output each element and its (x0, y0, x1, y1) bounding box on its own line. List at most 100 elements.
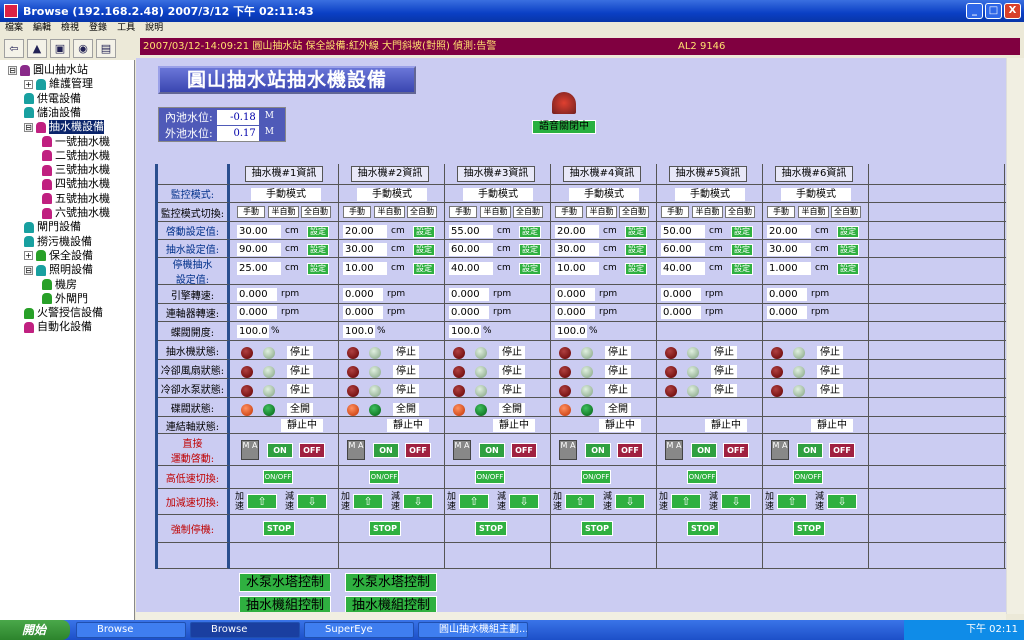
tree-item-13[interactable]: + 保全設備 (24, 249, 93, 263)
manual-auto-switch-icon[interactable]: M A (559, 440, 577, 460)
menu-item-2[interactable]: 檢視 (56, 22, 84, 35)
set-pump-button[interactable]: 設定 (731, 244, 753, 256)
auto-mode-button[interactable]: 全自動 (513, 206, 543, 218)
direct-start-off-button[interactable]: OFF (617, 443, 643, 458)
direct-start-off-button[interactable]: OFF (723, 443, 749, 458)
speed-toggle-button[interactable]: ON/OFF (581, 470, 611, 484)
tree-item-8[interactable]: 四號抽水機 (42, 177, 110, 191)
set-stop-button[interactable]: 設定 (837, 263, 859, 275)
set-start-button[interactable]: 設定 (307, 226, 329, 238)
accelerate-up-button[interactable]: ⇧ (247, 494, 277, 509)
speed-toggle-button[interactable]: ON/OFF (369, 470, 399, 484)
direct-start-off-button[interactable]: OFF (405, 443, 431, 458)
tree-item-17[interactable]: 火警授信設備 (24, 306, 103, 320)
manual-mode-button[interactable]: 手動 (661, 206, 689, 218)
tree-item-5[interactable]: 一號抽水機 (42, 135, 110, 149)
decelerate-down-button[interactable]: ⇩ (403, 494, 433, 509)
manual-mode-button[interactable]: 手動 (767, 206, 795, 218)
direct-start-off-button[interactable]: OFF (511, 443, 537, 458)
semi-auto-mode-button[interactable]: 半自動 (268, 206, 299, 218)
manual-auto-switch-icon[interactable]: M A (347, 440, 365, 460)
direct-start-on-button[interactable]: ON (479, 443, 505, 458)
set-pump-button[interactable]: 設定 (519, 244, 541, 256)
tree-item-15[interactable]: 機房 (42, 278, 77, 292)
direct-start-on-button[interactable]: ON (585, 443, 611, 458)
set-stop-button[interactable]: 設定 (307, 263, 329, 275)
semi-auto-mode-button[interactable]: 半自動 (586, 206, 617, 218)
back-icon[interactable]: ⇦ (4, 38, 24, 58)
menu-item-3[interactable]: 登錄 (84, 22, 112, 35)
tree-item-0[interactable]: ⊟ 圓山抽水站 (8, 63, 88, 77)
manual-auto-switch-icon[interactable]: M A (241, 440, 259, 460)
tree-item-3[interactable]: 儲油設備 (24, 106, 81, 120)
tree-item-6[interactable]: 二號抽水機 (42, 149, 110, 163)
tree-expander-icon[interactable]: ⊟ (24, 265, 33, 275)
decelerate-down-button[interactable]: ⇩ (297, 494, 327, 509)
auto-mode-button[interactable]: 全自動 (407, 206, 437, 218)
setting-icon[interactable]: ◉ (73, 38, 93, 58)
decelerate-down-button[interactable]: ⇩ (509, 494, 539, 509)
voice-mute-button[interactable]: 語音關閉中 (532, 120, 596, 134)
semi-auto-mode-button[interactable]: 半自動 (798, 206, 829, 218)
start-button[interactable]: 開始 (0, 620, 70, 640)
tree-item-14[interactable]: ⊟ 照明設備 (24, 263, 93, 277)
tree-item-2[interactable]: 供電設備 (24, 92, 81, 106)
set-pump-button[interactable]: 設定 (625, 244, 647, 256)
menu-item-0[interactable]: 檔案 (0, 22, 28, 35)
accelerate-up-button[interactable]: ⇧ (565, 494, 595, 509)
force-stop-button[interactable]: STOP (687, 521, 719, 536)
accelerate-up-button[interactable]: ⇧ (671, 494, 701, 509)
auto-mode-button[interactable]: 全自動 (831, 206, 861, 218)
tree-item-12[interactable]: 撈污機設備 (24, 235, 92, 249)
tree-expander-icon[interactable]: + (24, 251, 33, 261)
decelerate-down-button[interactable]: ⇩ (721, 494, 751, 509)
tree-item-16[interactable]: 外閘門 (42, 292, 88, 306)
tree-item-11[interactable]: 閘門設備 (24, 220, 81, 234)
menu-item-4[interactable]: 工具 (112, 22, 140, 35)
task-pump-main[interactable]: 圓山抽水機組主劃... (418, 622, 528, 638)
tree-item-10[interactable]: 六號抽水機 (42, 206, 110, 220)
manual-auto-switch-icon[interactable]: M A (771, 440, 789, 460)
set-stop-button[interactable]: 設定 (519, 263, 541, 275)
menu-item-1[interactable]: 編輯 (28, 22, 56, 35)
direct-start-off-button[interactable]: OFF (829, 443, 855, 458)
task-browse-1[interactable]: Browse (76, 622, 186, 638)
set-pump-button[interactable]: 設定 (413, 244, 435, 256)
tree-item-4[interactable]: ⊟ 抽水機設備 (24, 120, 104, 135)
manual-mode-button[interactable]: 手動 (237, 206, 265, 218)
set-start-button[interactable]: 設定 (519, 226, 541, 238)
tree-item-18[interactable]: 自動化設備 (24, 320, 92, 334)
force-stop-button[interactable]: STOP (263, 521, 295, 536)
tree-expander-icon[interactable]: + (24, 79, 33, 89)
direct-start-off-button[interactable]: OFF (299, 443, 325, 458)
semi-auto-mode-button[interactable]: 半自動 (374, 206, 405, 218)
manual-mode-button[interactable]: 手動 (449, 206, 477, 218)
tree-expander-icon[interactable]: ⊟ (8, 65, 17, 75)
accelerate-up-button[interactable]: ⇧ (777, 494, 807, 509)
tree-expander-icon[interactable]: ⊟ (24, 122, 33, 132)
manual-mode-button[interactable]: 手動 (555, 206, 583, 218)
force-stop-button[interactable]: STOP (581, 521, 613, 536)
set-stop-button[interactable]: 設定 (413, 263, 435, 275)
tree-item-1[interactable]: + 維護管理 (24, 77, 93, 91)
accelerate-up-button[interactable]: ⇧ (459, 494, 489, 509)
task-supereye[interactable]: SuperEye (304, 622, 414, 638)
up-icon[interactable]: ▲ (27, 38, 47, 58)
semi-auto-mode-button[interactable]: 半自動 (692, 206, 723, 218)
accelerate-up-button[interactable]: ⇧ (353, 494, 383, 509)
direct-start-on-button[interactable]: ON (373, 443, 399, 458)
direct-start-on-button[interactable]: ON (267, 443, 293, 458)
direct-start-on-button[interactable]: ON (797, 443, 823, 458)
force-stop-button[interactable]: STOP (475, 521, 507, 536)
copy-icon[interactable]: ▣ (50, 38, 70, 58)
set-pump-button[interactable]: 設定 (837, 244, 859, 256)
semi-auto-mode-button[interactable]: 半自動 (480, 206, 511, 218)
vertical-scrollbar[interactable] (1006, 58, 1024, 614)
minimize-button[interactable]: _ (966, 3, 983, 19)
set-start-button[interactable]: 設定 (837, 226, 859, 238)
set-stop-button[interactable]: 設定 (731, 263, 753, 275)
force-stop-button[interactable]: STOP (793, 521, 825, 536)
set-start-button[interactable]: 設定 (625, 226, 647, 238)
speed-toggle-button[interactable]: ON/OFF (793, 470, 823, 484)
pump-tower-control-button-2[interactable]: 水泵水塔控制 (345, 573, 437, 592)
